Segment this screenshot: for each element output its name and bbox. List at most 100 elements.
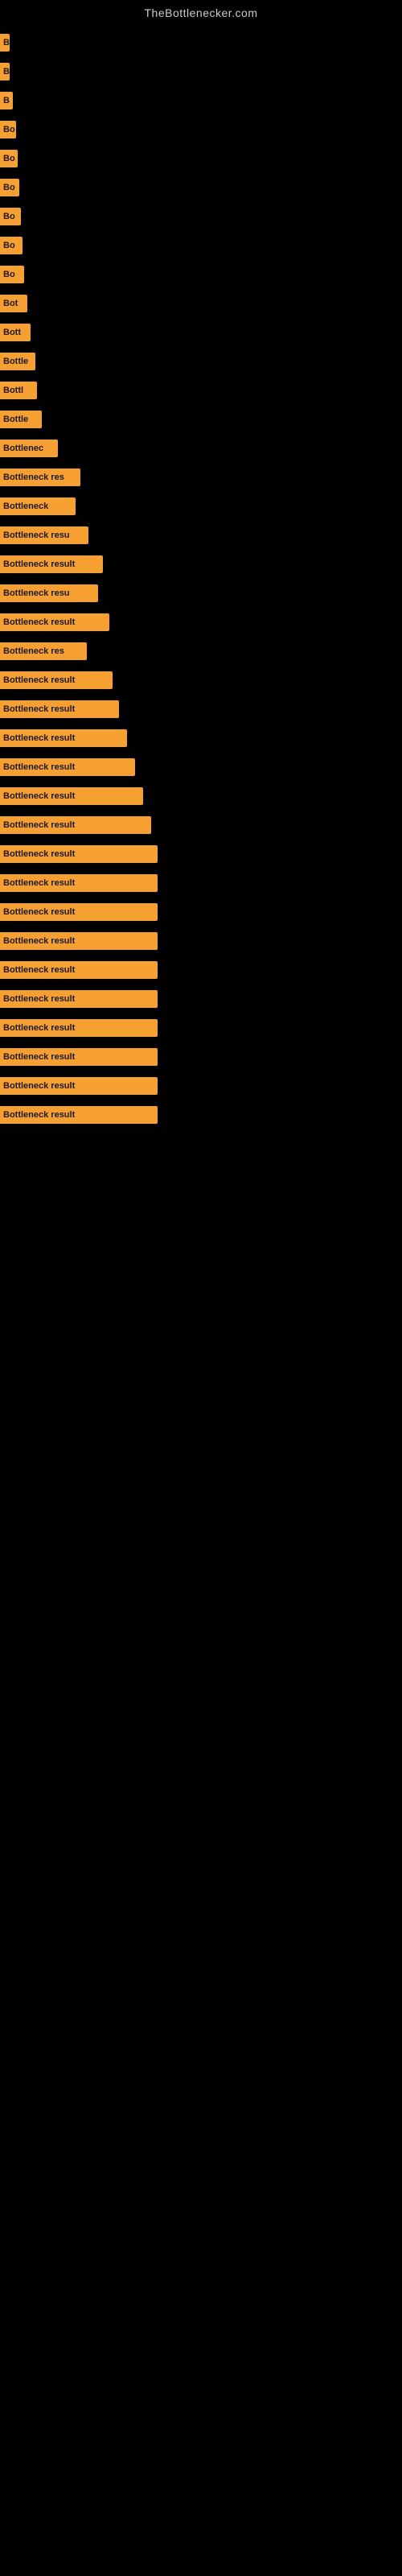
- bar-row: Bottlenec: [0, 436, 402, 460]
- bar-label-18: Bottleneck resu: [3, 530, 70, 540]
- bar-15: Bottlenec: [0, 440, 58, 457]
- bar-row: Bottleneck result: [0, 726, 402, 750]
- bar-row: B: [0, 31, 402, 55]
- bar-33: Bottleneck result: [0, 961, 158, 979]
- bar-label-22: Bottleneck res: [3, 646, 64, 656]
- bar-label-33: Bottleneck result: [3, 965, 75, 975]
- bar-row: Bo: [0, 118, 402, 142]
- bar-label-27: Bottleneck result: [3, 791, 75, 801]
- bar-row: Bo: [0, 175, 402, 200]
- bar-row: Bottleneck result: [0, 842, 402, 866]
- bar-row: Bottleneck result: [0, 871, 402, 895]
- bar-11: Bott: [0, 324, 31, 341]
- bar-row: Bottle: [0, 349, 402, 374]
- bar-label-26: Bottleneck result: [3, 762, 75, 772]
- bar-row: Bo: [0, 204, 402, 229]
- bar-34: Bottleneck result: [0, 990, 158, 1008]
- bar-7: Bo: [0, 208, 21, 225]
- bar-13: Bottl: [0, 382, 37, 399]
- bar-label-16: Bottleneck res: [3, 473, 64, 482]
- bar-30: Bottleneck result: [0, 874, 158, 892]
- bar-29: Bottleneck result: [0, 845, 158, 863]
- bar-row: Bottleneck result: [0, 1074, 402, 1098]
- bar-row: Bottleneck resu: [0, 523, 402, 547]
- bar-31: Bottleneck result: [0, 903, 158, 921]
- bar-label-24: Bottleneck result: [3, 704, 75, 714]
- bar-18: Bottleneck resu: [0, 526, 88, 544]
- bar-label-36: Bottleneck result: [3, 1052, 75, 1062]
- bar-14: Bottle: [0, 411, 42, 428]
- bar-17: Bottleneck: [0, 497, 76, 515]
- bar-22: Bottleneck res: [0, 642, 87, 660]
- bar-label-11: Bott: [3, 328, 21, 337]
- bar-19: Bottleneck result: [0, 555, 103, 573]
- bar-36: Bottleneck result: [0, 1048, 158, 1066]
- bar-row: Bottleneck result: [0, 755, 402, 779]
- bar-label-32: Bottleneck result: [3, 936, 75, 946]
- bar-label-20: Bottleneck resu: [3, 588, 70, 598]
- bar-row: Bottleneck result: [0, 958, 402, 982]
- bar-row: B: [0, 89, 402, 113]
- bar-row: Bottleneck res: [0, 639, 402, 663]
- bar-row: Bottleneck result: [0, 987, 402, 1011]
- bar-row: Bottleneck: [0, 494, 402, 518]
- bar-37: Bottleneck result: [0, 1077, 158, 1095]
- bar-row: Bo: [0, 233, 402, 258]
- bar-row: Bottleneck result: [0, 1103, 402, 1127]
- bar-10: Bot: [0, 295, 27, 312]
- bar-23: Bottleneck result: [0, 671, 113, 689]
- bar-20: Bottleneck resu: [0, 584, 98, 602]
- bar-2: B: [0, 63, 10, 80]
- bar-label-35: Bottleneck result: [3, 1023, 75, 1033]
- bar-row: Bottle: [0, 407, 402, 431]
- bar-row: Bo: [0, 147, 402, 171]
- bar-row: Bottleneck result: [0, 610, 402, 634]
- bar-32: Bottleneck result: [0, 932, 158, 950]
- bar-label-14: Bottle: [3, 415, 28, 424]
- bar-27: Bottleneck result: [0, 787, 143, 805]
- bar-row: Bottleneck result: [0, 1045, 402, 1069]
- bar-12: Bottle: [0, 353, 35, 370]
- bar-row: Bottleneck result: [0, 668, 402, 692]
- bar-26: Bottleneck result: [0, 758, 135, 776]
- bar-label-10: Bot: [3, 299, 18, 308]
- bars-container: BBBBoBoBoBoBoBoBotBottBottleBottlBottleB…: [0, 23, 402, 1140]
- bar-row: Bott: [0, 320, 402, 345]
- bar-25: Bottleneck result: [0, 729, 127, 747]
- bar-label-6: Bo: [3, 183, 15, 192]
- bar-label-2: B: [3, 67, 10, 76]
- bar-label-4: Bo: [3, 125, 15, 134]
- bar-label-15: Bottlenec: [3, 444, 43, 453]
- bar-row: Bottleneck result: [0, 552, 402, 576]
- bar-row: Bottleneck res: [0, 465, 402, 489]
- bar-row: Bottleneck result: [0, 900, 402, 924]
- bar-3: B: [0, 92, 13, 109]
- bar-label-5: Bo: [3, 154, 15, 163]
- site-title: TheBottlenecker.com: [0, 0, 402, 23]
- bar-label-7: Bo: [3, 212, 15, 221]
- bar-label-21: Bottleneck result: [3, 617, 75, 627]
- bar-row: Bottl: [0, 378, 402, 402]
- bar-5: Bo: [0, 150, 18, 167]
- bar-label-38: Bottleneck result: [3, 1110, 75, 1120]
- bar-1: B: [0, 34, 10, 52]
- bar-35: Bottleneck result: [0, 1019, 158, 1037]
- bar-row: Bottleneck result: [0, 697, 402, 721]
- bar-8: Bo: [0, 237, 23, 254]
- bar-label-13: Bottl: [3, 386, 23, 395]
- bar-label-1: B: [3, 38, 10, 47]
- bar-label-34: Bottleneck result: [3, 994, 75, 1004]
- bar-label-25: Bottleneck result: [3, 733, 75, 743]
- bar-24: Bottleneck result: [0, 700, 119, 718]
- bar-label-28: Bottleneck result: [3, 820, 75, 830]
- bar-row: Bottleneck resu: [0, 581, 402, 605]
- bar-label-29: Bottleneck result: [3, 849, 75, 859]
- bar-row: Bottleneck result: [0, 784, 402, 808]
- bar-label-3: B: [3, 96, 10, 105]
- bar-28: Bottleneck result: [0, 816, 151, 834]
- bar-row: Bottleneck result: [0, 929, 402, 953]
- bar-label-31: Bottleneck result: [3, 907, 75, 917]
- bar-4: Bo: [0, 121, 16, 138]
- bar-row: B: [0, 60, 402, 84]
- bar-38: Bottleneck result: [0, 1106, 158, 1124]
